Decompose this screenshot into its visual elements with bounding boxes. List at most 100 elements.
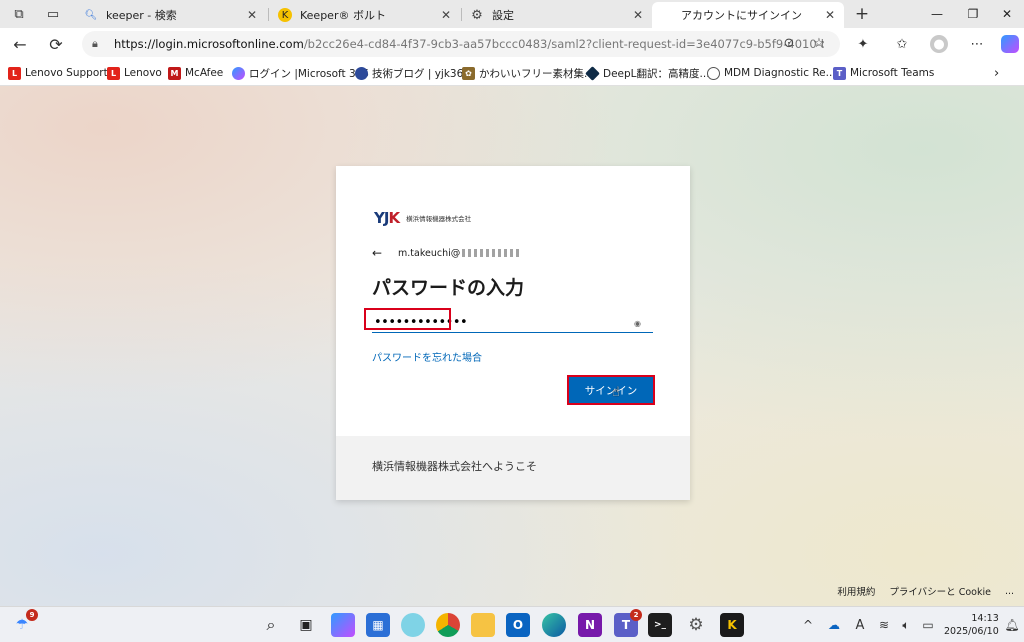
settings-app-icon[interactable]: ⚙ bbox=[684, 613, 708, 637]
more-menu-icon[interactable]: ⋯ bbox=[968, 35, 986, 53]
globe-icon bbox=[707, 66, 720, 80]
teams-app-icon[interactable]: T 2 bbox=[614, 609, 642, 637]
close-window-button[interactable]: ✕ bbox=[990, 0, 1024, 28]
email-redaction bbox=[462, 249, 523, 257]
back-arrow-icon[interactable]: ← bbox=[372, 246, 388, 260]
profile-avatar[interactable]: ● bbox=[930, 35, 948, 53]
search-icon: 🔍︎ bbox=[84, 9, 98, 21]
favorite-m365[interactable]: ログイン |Microsoft 365 bbox=[232, 65, 369, 81]
app-icon[interactable] bbox=[401, 613, 425, 637]
reader-icon[interactable]: ⊙ bbox=[780, 34, 798, 52]
tab-keeper-search[interactable]: 🔍︎ keeper - 検索 ✕ bbox=[76, 2, 266, 28]
copilot-icon[interactable] bbox=[1001, 35, 1019, 53]
minimize-button[interactable]: — bbox=[920, 0, 954, 28]
page-title: パスワードの入力 bbox=[372, 277, 525, 299]
keeper-app-icon[interactable]: K bbox=[720, 613, 744, 637]
signin-card: YJK 横浜情報機器株式会社 ← m.takeuchi@ パスワードの入力 ••… bbox=[336, 166, 690, 500]
privacy-link[interactable]: プライバシーと Cookie bbox=[889, 584, 991, 598]
company-name: 横浜情報機器株式会社 bbox=[406, 215, 472, 223]
close-tab-icon[interactable]: ✕ bbox=[822, 8, 838, 22]
battery-icon[interactable]: ▭ bbox=[920, 617, 936, 633]
signin-highlight-box bbox=[567, 375, 655, 405]
ime-icon[interactable]: A bbox=[852, 617, 868, 633]
edge-icon[interactable] bbox=[542, 613, 566, 637]
copilot-app-icon[interactable] bbox=[331, 613, 355, 637]
address-bar[interactable]: 🔒︎ https://login.microsoftonline.com /b2… bbox=[82, 31, 840, 57]
start-button[interactable] bbox=[224, 615, 244, 635]
clock-time: 14:13 bbox=[971, 613, 999, 624]
m365-icon bbox=[232, 66, 245, 80]
chrome-icon[interactable] bbox=[436, 613, 460, 637]
weather-badge: 9 bbox=[26, 609, 38, 621]
wifi-icon[interactable]: ≋ bbox=[876, 617, 892, 633]
account-row: ← m.takeuchi@ bbox=[372, 246, 523, 260]
url-path: /b2cc26e4-cd84-4f37-9cb3-aa57bccc0483/sa… bbox=[303, 37, 824, 51]
microsoft-icon bbox=[660, 9, 673, 22]
terminal-icon[interactable]: >_ bbox=[648, 613, 672, 637]
gear-icon: ⚙ bbox=[471, 7, 483, 23]
url-host: https://login.microsoftonline.com bbox=[114, 37, 304, 51]
page-background: YJK 横浜情報機器株式会社 ← m.takeuchi@ パスワードの入力 ••… bbox=[0, 86, 1024, 606]
reveal-password-icon[interactable]: ◉ bbox=[634, 319, 641, 328]
password-highlight-box bbox=[364, 308, 451, 330]
welcome-text: 横浜情報機器株式会社へようこそ bbox=[372, 460, 537, 473]
lock-icon[interactable]: 🔒︎ bbox=[92, 37, 106, 51]
favorite-star-icon[interactable]: ☆ bbox=[810, 34, 828, 52]
logo-mark: YJK bbox=[374, 209, 400, 227]
onenote-icon[interactable]: N bbox=[578, 613, 602, 637]
favorite-lenovo[interactable]: L Lenovo bbox=[107, 65, 162, 81]
back-button[interactable]: ← bbox=[8, 32, 32, 56]
hand-cursor-icon: ☝ bbox=[612, 385, 620, 400]
clock[interactable]: 14:13 2025/06/10 bbox=[944, 612, 999, 638]
lenovo-icon: L bbox=[8, 66, 21, 80]
favorite-blog[interactable]: 技術ブログ | yjk365 bbox=[355, 65, 470, 81]
more-options-link[interactable]: ... bbox=[1005, 586, 1014, 597]
favorite-mdm[interactable]: MDM Diagnostic Re... bbox=[707, 65, 836, 81]
search-icon[interactable]: ⌕ bbox=[259, 613, 283, 637]
notification-icon[interactable]: 🔔︎ bbox=[1004, 617, 1020, 633]
page-footer-links: 利用規約 プライバシーと Cookie ... bbox=[823, 584, 1014, 599]
vertical-tabs-icon[interactable]: ▭ bbox=[36, 0, 70, 28]
favorite-teams[interactable]: T Microsoft Teams bbox=[833, 65, 934, 81]
task-view-icon[interactable]: ▣ bbox=[294, 613, 318, 637]
extensions-icon[interactable]: ✦ bbox=[854, 35, 872, 53]
restore-button[interactable]: ❐ bbox=[956, 0, 990, 28]
deepl-icon bbox=[585, 65, 600, 81]
favorite-lenovo-support[interactable]: L Lenovo Support bbox=[8, 65, 108, 81]
taskbar: ☂ 9 ⌕ ▣ ▦ O N T 2 >_ ⚙ K ^ ☁ A ≋ 🔈︎ ▭ 14… bbox=[0, 606, 1024, 642]
forgot-password-link[interactable]: パスワードを忘れた場合 bbox=[372, 349, 482, 364]
tab-signin[interactable]: アカウントにサインイン ✕ bbox=[652, 2, 844, 28]
teams-icon: T bbox=[833, 66, 846, 80]
tab-strip: ⧉ ▭ 🔍︎ keeper - 検索 ✕ K Keeper® ボルト ✕ ⚙ 設… bbox=[0, 0, 1024, 28]
teams-badge: 2 bbox=[630, 609, 642, 621]
tab-settings[interactable]: ⚙ 設定 ✕ bbox=[462, 2, 652, 28]
company-logo: YJK 横浜情報機器株式会社 bbox=[374, 209, 471, 227]
keeper-icon: K bbox=[278, 8, 292, 22]
close-tab-icon[interactable]: ✕ bbox=[438, 8, 454, 22]
chevron-up-icon[interactable]: ^ bbox=[800, 617, 816, 633]
file-explorer-icon[interactable] bbox=[471, 613, 495, 637]
favorite-deepl[interactable]: DeepL翻訳：高精度... bbox=[585, 65, 710, 81]
clock-date: 2025/06/10 bbox=[944, 626, 999, 637]
irasutoya-icon: ✿ bbox=[462, 66, 475, 80]
close-tab-icon[interactable]: ✕ bbox=[244, 8, 260, 22]
account-email: m.takeuchi@ bbox=[398, 247, 461, 259]
tab-keeper-vault[interactable]: K Keeper® ボルト ✕ bbox=[270, 2, 460, 28]
blog-icon bbox=[355, 66, 368, 80]
close-tab-icon[interactable]: ✕ bbox=[630, 8, 646, 22]
volume-icon[interactable]: 🔈︎ bbox=[898, 617, 914, 633]
new-tab-button[interactable]: + bbox=[850, 2, 874, 26]
refresh-button[interactable]: ⟳ bbox=[44, 32, 68, 56]
favorite-mcafee[interactable]: M McAfee bbox=[168, 65, 223, 81]
onedrive-icon[interactable]: ☁ bbox=[826, 617, 842, 633]
favorites-icon[interactable]: ✩ bbox=[893, 35, 911, 53]
favorite-irasutoya[interactable]: ✿ かわいいフリー素材集... bbox=[462, 65, 594, 81]
workspaces-icon[interactable]: ⧉ bbox=[2, 0, 36, 28]
store-app-icon[interactable]: ▦ bbox=[366, 613, 390, 637]
outlook-icon[interactable]: O bbox=[506, 613, 530, 637]
card-footer: 横浜情報機器株式会社へようこそ bbox=[336, 436, 690, 500]
weather-icon[interactable]: ☂ 9 bbox=[10, 609, 38, 637]
navigation-bar: ← ⟳ 🔒︎ https://login.microsoftonline.com… bbox=[0, 28, 1024, 60]
chevron-right-icon[interactable]: › bbox=[994, 65, 999, 81]
terms-link[interactable]: 利用規約 bbox=[837, 584, 875, 598]
